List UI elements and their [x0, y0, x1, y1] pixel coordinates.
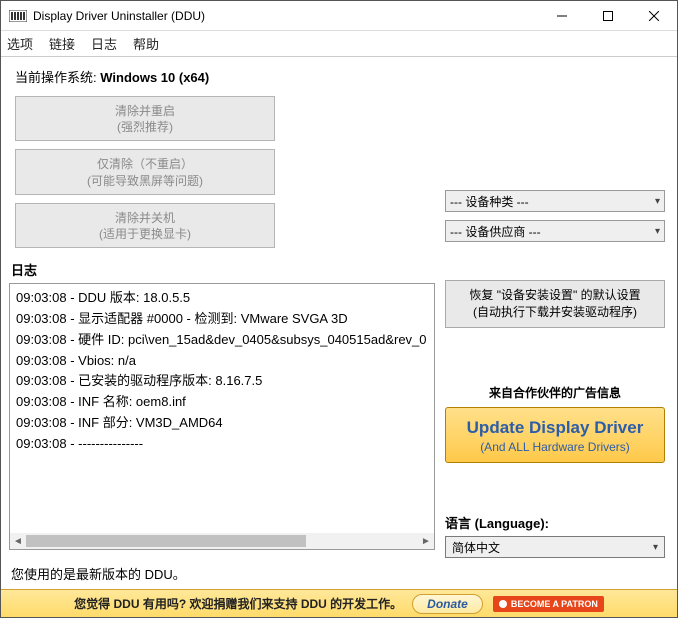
- vendor-value: --- 设备供应商 ---: [450, 223, 541, 240]
- clean-only-hint: (可能导致黑屏等问题): [16, 173, 274, 189]
- update-driver-title: Update Display Driver: [452, 418, 658, 438]
- log-line: 09:03:08 - 已安装的驱动程序版本: 8.16.7.5: [16, 371, 428, 392]
- clean-restart-button[interactable]: 清除并重启 (强烈推荐): [15, 96, 275, 141]
- update-driver-subtitle: (And ALL Hardware Drivers): [452, 440, 658, 454]
- spacer: [445, 67, 665, 190]
- os-value: Windows 10 (x64): [100, 70, 209, 85]
- menubar: 选项 链接 日志 帮助: [1, 31, 677, 57]
- clean-only-button[interactable]: 仅清除（不重启） (可能导致黑屏等问题): [15, 149, 275, 194]
- clean-shutdown-hint: (适用于更换显卡): [16, 226, 274, 242]
- log-line: 09:03:08 - Vbios: n/a: [16, 351, 428, 372]
- os-line: 当前操作系统: Windows 10 (x64): [15, 67, 435, 86]
- clean-restart-label: 清除并重启: [16, 103, 274, 119]
- update-driver-button[interactable]: Update Display Driver (And ALL Hardware …: [445, 407, 665, 463]
- app-icon: [9, 9, 27, 23]
- device-type-select[interactable]: --- 设备种类 --- ▾: [445, 190, 665, 212]
- menu-logs[interactable]: 日志: [91, 34, 117, 53]
- log-box: 09:03:08 - DDU 版本: 18.0.5.509:03:08 - 显示…: [9, 283, 435, 550]
- scroll-left-icon[interactable]: ◄: [10, 533, 26, 549]
- restore-hint: (自动执行下载并安装驱动程序): [450, 304, 660, 321]
- chevron-down-icon: ▾: [655, 226, 660, 237]
- menu-links[interactable]: 链接: [49, 34, 75, 53]
- menu-options[interactable]: 选项: [7, 34, 33, 53]
- right-pane: --- 设备种类 --- ▾ --- 设备供应商 --- ▾ 恢复 "设备安装设…: [435, 67, 665, 558]
- clean-restart-hint: (强烈推荐): [16, 119, 274, 135]
- log-lines: 09:03:08 - DDU 版本: 18.0.5.509:03:08 - 显示…: [10, 284, 434, 533]
- maximize-button[interactable]: [585, 1, 631, 31]
- restore-defaults-button[interactable]: 恢复 "设备安装设置" 的默认设置 (自动执行下载并安装驱动程序): [445, 280, 665, 328]
- device-type-value: --- 设备种类 ---: [450, 193, 529, 210]
- ad-label: 来自合作伙伴的广告信息: [445, 384, 665, 401]
- log-line: 09:03:08 - INF 名称: oem8.inf: [16, 392, 428, 413]
- scroll-track[interactable]: [26, 533, 418, 549]
- patron-label: BECOME A PATRON: [511, 599, 598, 609]
- scroll-right-icon[interactable]: ►: [418, 533, 434, 549]
- patron-icon: [499, 600, 507, 608]
- log-line: 09:03:08 - 硬件 ID: pci\ven_15ad&dev_0405&…: [16, 330, 428, 351]
- language-select[interactable]: 简体中文 ▾: [445, 536, 665, 558]
- language-label: 语言 (Language):: [445, 513, 665, 532]
- clean-shutdown-button[interactable]: 清除并关机 (适用于更换显卡): [15, 203, 275, 248]
- window-title: Display Driver Uninstaller (DDU): [33, 9, 539, 23]
- titlebar: Display Driver Uninstaller (DDU): [1, 1, 677, 31]
- scroll-thumb[interactable]: [26, 535, 306, 547]
- log-line: 09:03:08 - DDU 版本: 18.0.5.5: [16, 288, 428, 309]
- os-label: 当前操作系统:: [15, 70, 97, 85]
- clean-shutdown-label: 清除并关机: [16, 210, 274, 226]
- log-line: 09:03:08 - 显示适配器 #0000 - 检测到: VMware SVG…: [16, 309, 428, 330]
- minimize-button[interactable]: [539, 1, 585, 31]
- log-line: 09:03:08 - INF 部分: VM3D_AMD64: [16, 413, 428, 434]
- footer-text: 您觉得 DDU 有用吗? 欢迎捐赠我们来支持 DDU 的开发工作。: [74, 595, 402, 612]
- window-buttons: [539, 1, 677, 31]
- language-value: 简体中文: [452, 539, 500, 556]
- log-line: 09:03:08 - ---------------: [16, 434, 428, 455]
- menu-help[interactable]: 帮助: [133, 34, 159, 53]
- log-label: 日志: [11, 260, 435, 279]
- footer: 您觉得 DDU 有用吗? 欢迎捐赠我们来支持 DDU 的开发工作。 Donate…: [1, 589, 677, 617]
- left-pane: 当前操作系统: Windows 10 (x64) 清除并重启 (强烈推荐) 仅清…: [9, 67, 435, 558]
- close-button[interactable]: [631, 1, 677, 31]
- content: 当前操作系统: Windows 10 (x64) 清除并重启 (强烈推荐) 仅清…: [1, 57, 677, 558]
- donate-button[interactable]: Donate: [412, 594, 483, 614]
- clean-only-label: 仅清除（不重启）: [16, 156, 274, 172]
- horizontal-scrollbar[interactable]: ◄ ►: [10, 533, 434, 549]
- patron-button[interactable]: BECOME A PATRON: [493, 596, 604, 612]
- vendor-select[interactable]: --- 设备供应商 --- ▾: [445, 220, 665, 242]
- chevron-down-icon: ▾: [653, 542, 658, 553]
- chevron-down-icon: ▾: [655, 196, 660, 207]
- restore-label: 恢复 "设备安装设置" 的默认设置: [450, 287, 660, 304]
- status-line: 您使用的是最新版本的 DDU。: [1, 558, 677, 589]
